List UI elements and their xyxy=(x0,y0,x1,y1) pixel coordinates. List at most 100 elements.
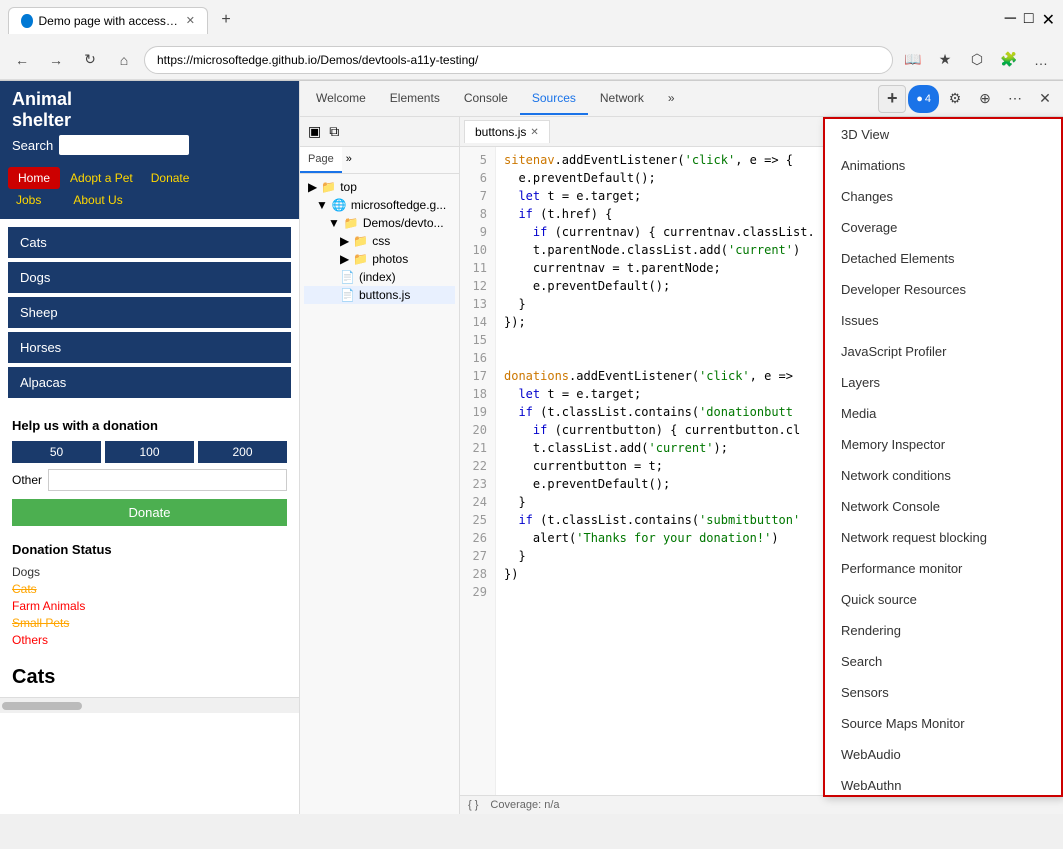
file-icon-index: 📄 xyxy=(340,270,355,284)
tree-label-demos: Demos/devto... xyxy=(363,216,444,230)
back-button[interactable]: ← xyxy=(8,46,36,74)
browser-tab-active[interactable]: Demo page with accessibility iss ✕ xyxy=(8,7,208,34)
editor-tab-label: buttons.js xyxy=(475,125,526,139)
read-aloud-button[interactable]: 📖 xyxy=(899,46,927,74)
dropdown-item-coverage[interactable]: Coverage xyxy=(825,212,1061,243)
browser-actions: 📖 ★ ⬡ 🧩 … xyxy=(899,46,1055,74)
dropdown-item-network-conditions[interactable]: Network conditions xyxy=(825,460,1061,491)
file-tree: ▶ 📁 top ▼ 🌐 microsoftedge.g... ▼ 📁 Demos… xyxy=(300,174,459,308)
dropdown-item-memory-inspector[interactable]: Memory Inspector xyxy=(825,429,1061,460)
dropdown-item-animations[interactable]: Animations xyxy=(825,150,1061,181)
other-amount-input[interactable] xyxy=(48,469,287,491)
dt-settings-button[interactable]: ⚙ xyxy=(941,85,969,113)
donate-200-button[interactable]: 200 xyxy=(198,441,287,463)
tree-item-top[interactable]: ▶ 📁 top xyxy=(304,178,455,196)
list-item-horses[interactable]: Horses xyxy=(8,332,291,363)
dropdown-item-quick-source[interactable]: Quick source xyxy=(825,584,1061,615)
home-button[interactable]: ⌂ xyxy=(110,46,138,74)
tree-item-demos[interactable]: ▼ 📁 Demos/devto... xyxy=(304,214,455,232)
toggle-sidebar-button[interactable]: ▣ xyxy=(304,121,325,142)
tab-welcome[interactable]: Welcome xyxy=(304,83,378,115)
dropdown-item-3d-view[interactable]: 3D View xyxy=(825,119,1061,150)
src-tab-more[interactable]: » xyxy=(342,147,356,173)
tree-item-buttons-js[interactable]: 📄 buttons.js xyxy=(304,286,455,304)
donation-other-row: Other xyxy=(12,469,287,491)
folder-arrow-icon: ▶ xyxy=(308,180,317,194)
donation-title: Help us with a donation xyxy=(12,418,287,433)
status-farm-animals: Farm Animals xyxy=(12,599,287,613)
split-button[interactable]: ⧉ xyxy=(325,121,343,142)
window-controls: ─ □ ✕ xyxy=(1005,10,1055,30)
main-area: Animal shelter Search Home Adopt a Pet D… xyxy=(0,81,1063,814)
nav-home-button[interactable]: Home xyxy=(8,167,60,189)
tree-item-css[interactable]: ▶ 📁 css xyxy=(304,232,455,250)
tab-more[interactable]: » xyxy=(656,83,687,115)
search-input[interactable] xyxy=(59,135,189,155)
dropdown-item-issues[interactable]: Issues xyxy=(825,305,1061,336)
tab-console[interactable]: Console xyxy=(452,83,520,115)
status-braces[interactable]: { } xyxy=(468,799,478,811)
dropdown-item-detached-elements[interactable]: Detached Elements xyxy=(825,243,1061,274)
nav-row2: Jobs About Us xyxy=(0,193,299,219)
site-logo: Animal shelter xyxy=(12,89,287,131)
dropdown-item-network-console[interactable]: Network Console xyxy=(825,491,1061,522)
dropdown-item-rendering[interactable]: Rendering xyxy=(825,615,1061,646)
forward-button[interactable]: → xyxy=(42,46,70,74)
tab-elements[interactable]: Elements xyxy=(378,83,452,115)
dt-add-button[interactable]: + xyxy=(878,85,906,113)
tab-bar: Demo page with accessibility iss ✕ + xyxy=(8,2,997,38)
nav-about-link[interactable]: About Us xyxy=(65,193,130,213)
dropdown-item-developer-resources[interactable]: Developer Resources xyxy=(825,274,1061,305)
dropdown-item-webauthn[interactable]: WebAuthn xyxy=(825,770,1061,797)
refresh-button[interactable]: ↻ xyxy=(76,46,104,74)
dt-more-button[interactable]: ⋯ xyxy=(1001,85,1029,113)
dropdown-item-layers[interactable]: Layers xyxy=(825,367,1061,398)
tree-item-microsoftedge[interactable]: ▼ 🌐 microsoftedge.g... xyxy=(304,196,455,214)
src-tab-page[interactable]: Page xyxy=(300,147,342,173)
donate-button[interactable]: Donate xyxy=(12,499,287,526)
browser-chrome: Demo page with accessibility iss ✕ + ─ □… xyxy=(0,0,1063,81)
dropdown-item-search[interactable]: Search xyxy=(825,646,1061,677)
nav-adopt-link[interactable]: Adopt a Pet xyxy=(62,167,141,189)
list-item-alpacas[interactable]: Alpacas xyxy=(8,367,291,398)
dropdown-item-webaudio[interactable]: WebAudio xyxy=(825,739,1061,770)
dt-badge-button[interactable]: ●4 xyxy=(908,85,939,113)
dt-customize-button[interactable]: ⊕ xyxy=(971,85,999,113)
horizontal-scrollbar[interactable] xyxy=(0,697,299,713)
tab-sources[interactable]: Sources xyxy=(520,83,588,115)
dropdown-item-media[interactable]: Media xyxy=(825,398,1061,429)
editor-tab-close-icon[interactable]: ✕ xyxy=(530,127,538,138)
minimize-button[interactable]: ─ xyxy=(1005,10,1016,30)
tree-item-index[interactable]: 📄 (index) xyxy=(304,268,455,286)
close-window-button[interactable]: ✕ xyxy=(1042,10,1055,30)
animal-list: Cats Dogs Sheep Horses Alpacas xyxy=(0,219,299,410)
maximize-button[interactable]: □ xyxy=(1024,10,1034,30)
dropdown-item-source-maps-monitor[interactable]: Source Maps Monitor xyxy=(825,708,1061,739)
address-input[interactable] xyxy=(144,46,893,74)
editor-tab-buttons-js[interactable]: buttons.js ✕ xyxy=(464,120,550,143)
folder-icon: 📁 xyxy=(321,180,336,194)
list-item-sheep[interactable]: Sheep xyxy=(8,297,291,328)
nav-donate-link[interactable]: Donate xyxy=(143,167,198,189)
list-item-cats[interactable]: Cats xyxy=(8,227,291,258)
dropdown-item-performance-monitor[interactable]: Performance monitor xyxy=(825,553,1061,584)
browser-menu-button[interactable]: … xyxy=(1027,46,1055,74)
collections-button[interactable]: ⬡ xyxy=(963,46,991,74)
dt-close-button[interactable]: ✕ xyxy=(1031,85,1059,113)
tab-close-icon[interactable]: ✕ xyxy=(186,14,195,27)
tab-network[interactable]: Network xyxy=(588,83,656,115)
tab-title: Demo page with accessibility iss xyxy=(39,14,180,28)
extensions-button[interactable]: 🧩 xyxy=(995,46,1023,74)
new-tab-button[interactable]: + xyxy=(212,6,240,34)
scrollbar-thumb[interactable] xyxy=(2,702,82,710)
donate-100-button[interactable]: 100 xyxy=(105,441,194,463)
list-item-dogs[interactable]: Dogs xyxy=(8,262,291,293)
nav-jobs-link[interactable]: Jobs xyxy=(8,193,49,213)
donate-50-button[interactable]: 50 xyxy=(12,441,101,463)
favorites-button[interactable]: ★ xyxy=(931,46,959,74)
dropdown-item-network-request-blocking[interactable]: Network request blocking xyxy=(825,522,1061,553)
dropdown-item-javascript-profiler[interactable]: JavaScript Profiler xyxy=(825,336,1061,367)
dropdown-item-changes[interactable]: Changes xyxy=(825,181,1061,212)
tree-item-photos[interactable]: ▶ 📁 photos xyxy=(304,250,455,268)
dropdown-item-sensors[interactable]: Sensors xyxy=(825,677,1061,708)
